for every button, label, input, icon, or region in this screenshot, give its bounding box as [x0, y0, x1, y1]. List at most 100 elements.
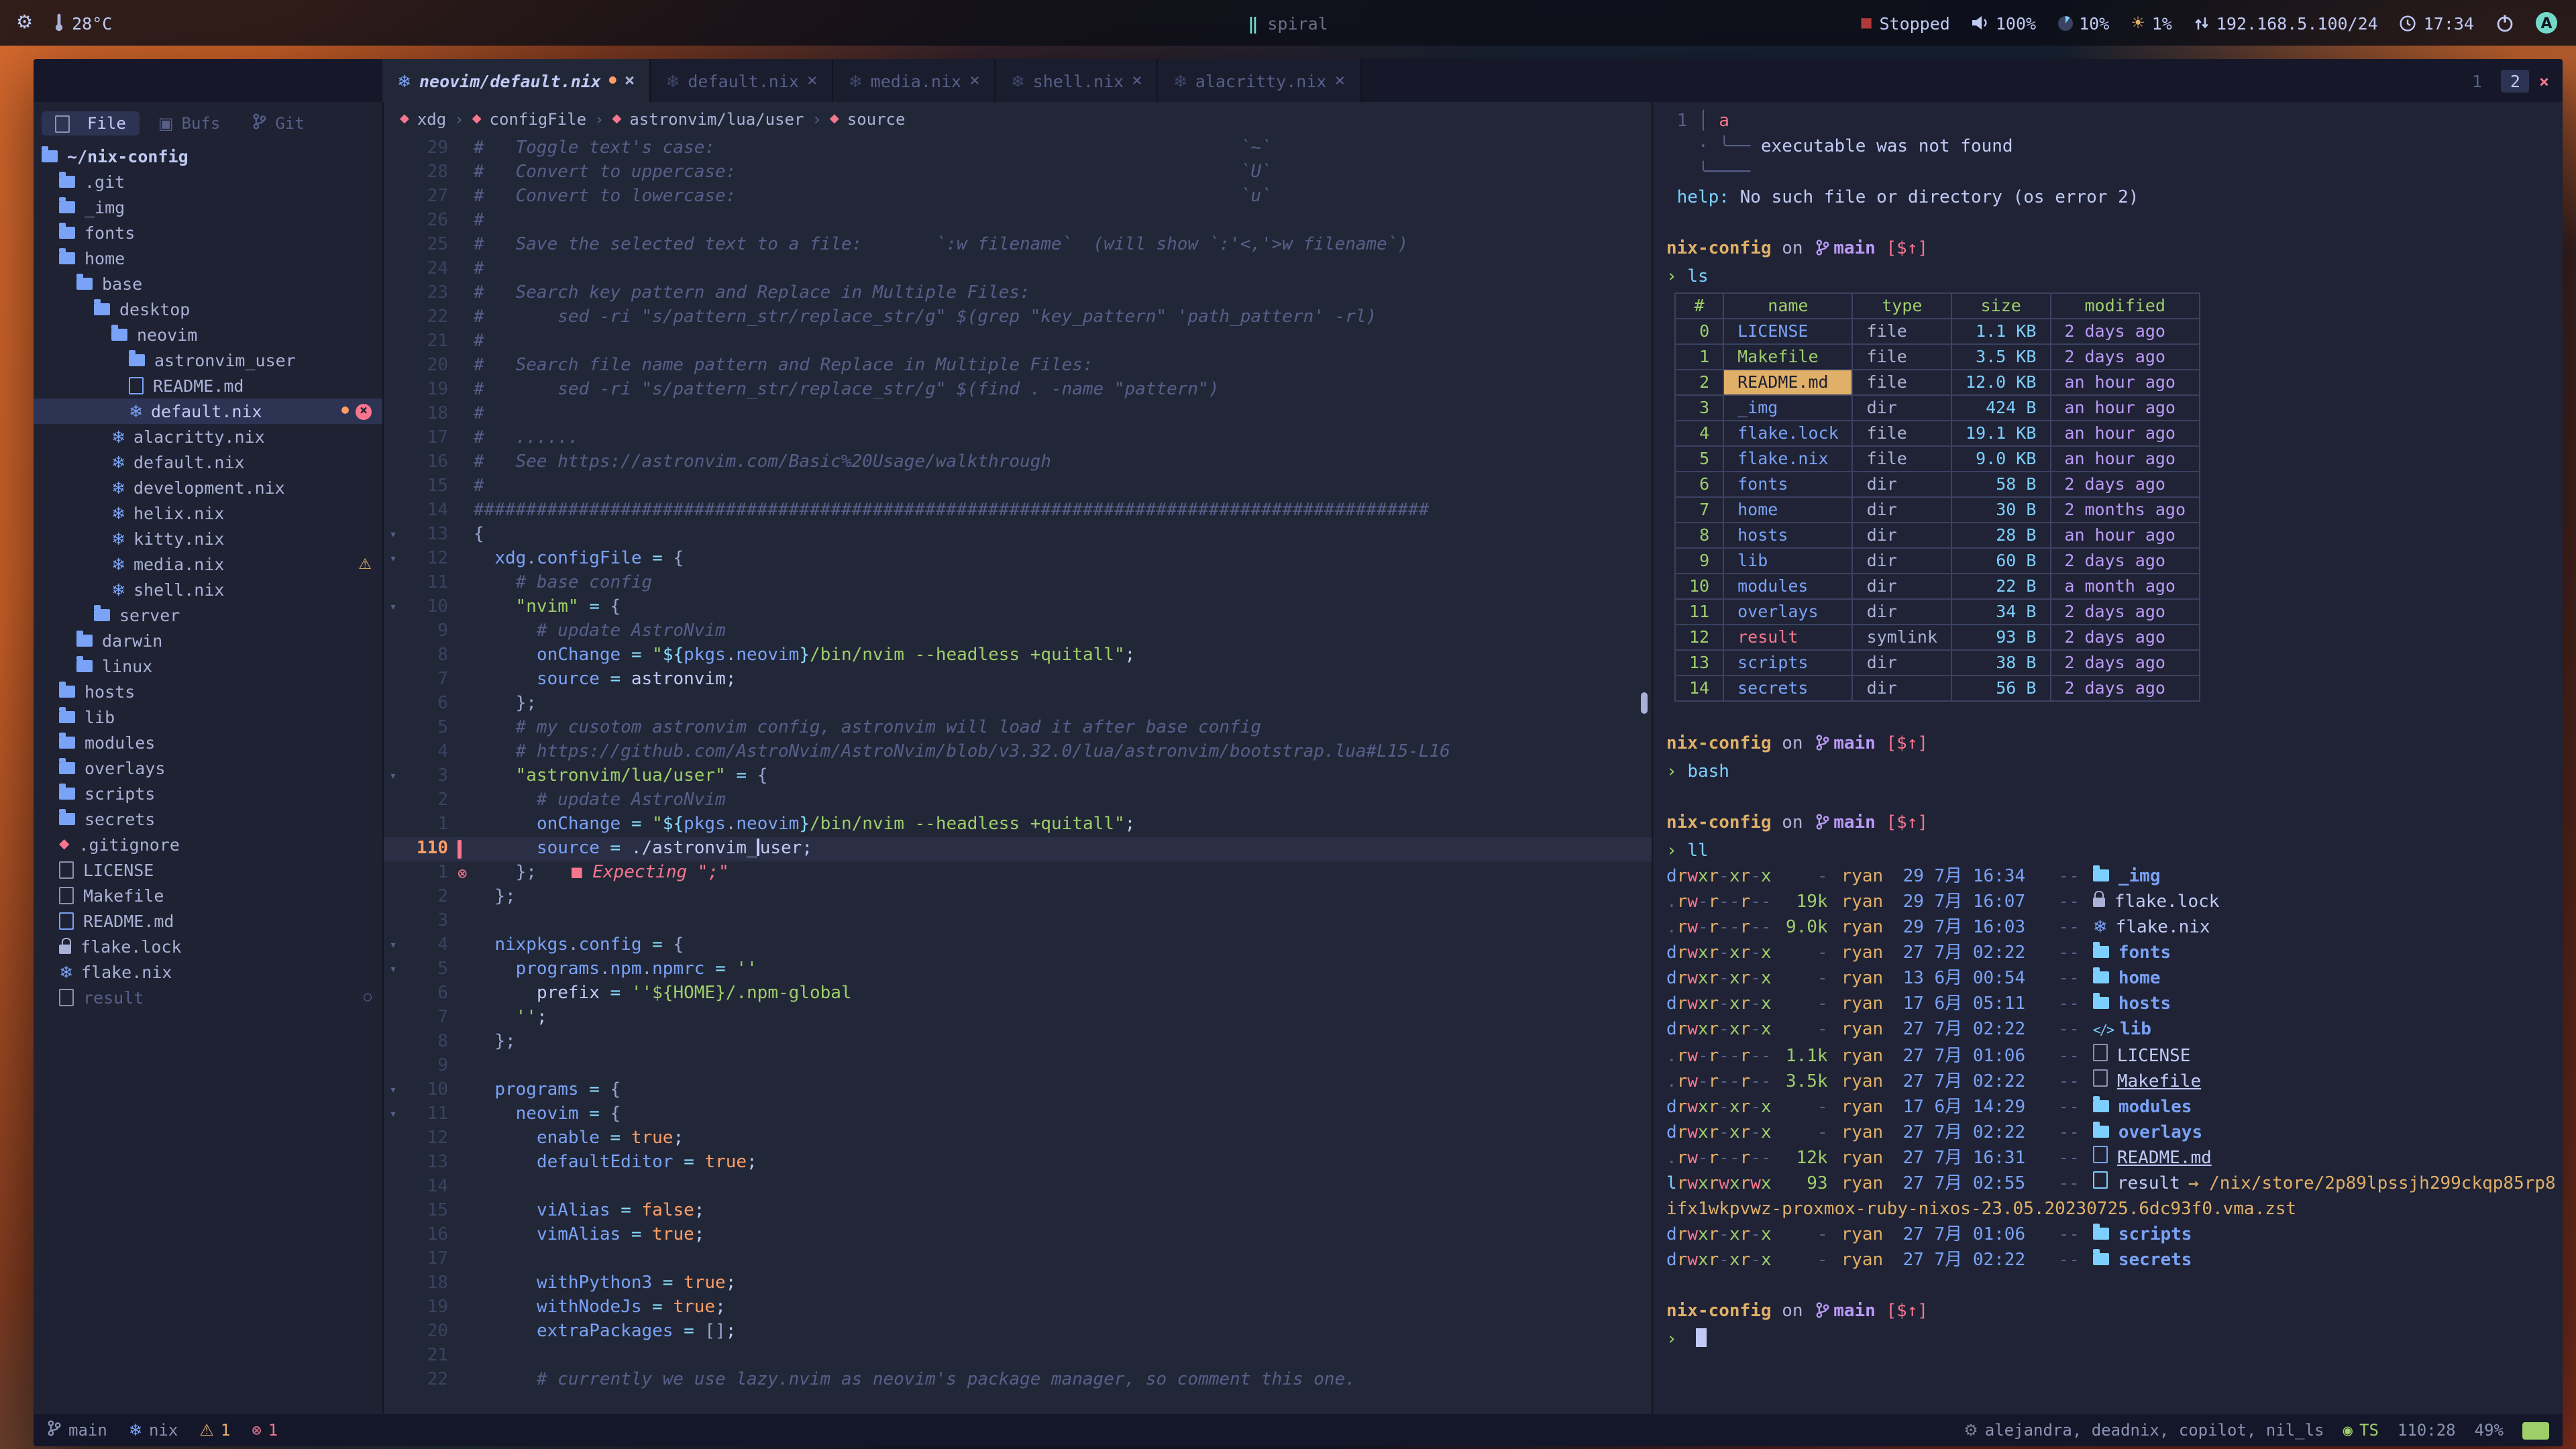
tree-item-linux[interactable]: linux	[34, 653, 382, 679]
editor-line[interactable]: 13 defaultEditor = true;	[384, 1151, 1652, 1175]
editor-line[interactable]: 20# Search file name pattern and Replace…	[384, 354, 1652, 378]
close-tab-icon[interactable]: ×	[807, 70, 818, 91]
tree-item-base[interactable]: base	[34, 271, 382, 297]
scrollbar-thumb[interactable]	[1641, 692, 1648, 714]
warning-count[interactable]: ⚠ 1	[199, 1421, 230, 1440]
editor-line[interactable]: 8 onChange = "${pkgs.neovim}/bin/nvim --…	[384, 644, 1652, 668]
tree-item-neovim[interactable]: neovim	[34, 322, 382, 347]
editor-line[interactable]: 6 prefix = ''${HOME}/.npm-global	[384, 982, 1652, 1006]
terminal-pane[interactable]: 1 │ a · ╰── executable was not found ╰──…	[1652, 102, 2563, 1414]
editor-line[interactable]: 24#	[384, 258, 1652, 282]
editor-line[interactable]: 18 withPython3 = true;	[384, 1272, 1652, 1296]
file-explorer[interactable]: File▣BufsGit ~/nix-config.git_imgfontsho…	[34, 102, 384, 1414]
breadcrumb-item[interactable]: xdg	[417, 110, 446, 129]
tree-item-Makefile[interactable]: Makefile	[34, 883, 382, 908]
editor-line[interactable]: 8 };	[384, 1030, 1652, 1055]
tree-item-media.nix[interactable]: ❄media.nix⚠	[34, 551, 382, 577]
tree-item-astronvim_user[interactable]: astronvim_user	[34, 347, 382, 373]
network-module[interactable]: 192.168.5.100/24	[2194, 13, 2378, 33]
editor-line[interactable]: 2 };	[384, 885, 1652, 910]
editor-line[interactable]: 3	[384, 910, 1652, 934]
buffer-tab[interactable]: ❄default.nix×	[651, 59, 833, 102]
breadcrumb-item[interactable]: source	[847, 110, 906, 129]
tree-item-lib[interactable]: lib	[34, 704, 382, 730]
tabpage-2[interactable]: 2	[2501, 69, 2530, 92]
disk-module[interactable]: 10%	[2057, 13, 2109, 33]
close-tab-icon[interactable]: ×	[969, 70, 980, 91]
close-tab-icon[interactable]: ×	[1132, 70, 1142, 91]
tabpage-1[interactable]: 1	[2463, 69, 2491, 92]
editor-line[interactable]: 21#	[384, 330, 1652, 354]
editor-line[interactable]: 7 '';	[384, 1006, 1652, 1030]
editor-line[interactable]: 9 # update AstroNvim	[384, 620, 1652, 644]
tree-item-_img[interactable]: _img	[34, 195, 382, 220]
gear-icon[interactable]: ⚙	[16, 12, 33, 34]
tree-item-development.nix[interactable]: ❄development.nix	[34, 475, 382, 500]
tree-item-LICENSE[interactable]: LICENSE	[34, 857, 382, 883]
buffer-tab[interactable]: ❄alacritty.nix×	[1159, 59, 1361, 102]
editor-line[interactable]: 110 source = ./astronvim_user;	[384, 837, 1652, 861]
close-icon[interactable]: ×	[2539, 70, 2549, 91]
editor-line[interactable]: 9	[384, 1055, 1652, 1079]
editor-line[interactable]: 16# See https://astronvim.com/Basic%20Us…	[384, 451, 1652, 475]
keyboard-layout-badge[interactable]: A	[2536, 12, 2557, 34]
editor-line[interactable]: ▾5 programs.npm.npmrc = ''	[384, 958, 1652, 982]
explorer-tab-bufs[interactable]: ▣Bufs	[145, 111, 234, 136]
tree-item-default.nix[interactable]: ❄default.nix	[34, 449, 382, 475]
tree-item-shell.nix[interactable]: ❄shell.nix	[34, 577, 382, 602]
editor-line[interactable]: 19 withNodeJs = true;	[384, 1296, 1652, 1320]
volume-module[interactable]: 100%	[1972, 13, 2036, 33]
tree-item-flake.nix[interactable]: ❄flake.nix	[34, 959, 382, 985]
tree-item-secrets[interactable]: secrets	[34, 806, 382, 832]
buffer-tab[interactable]: ❄shell.nix×	[996, 59, 1159, 102]
explorer-tab-git[interactable]: Git	[239, 110, 317, 137]
editor-line[interactable]: ▾11 neovim = {	[384, 1103, 1652, 1127]
breadcrumb-item[interactable]: astronvim/lua/user	[629, 110, 804, 129]
editor-line[interactable]: 7 source = astronvim;	[384, 668, 1652, 692]
tree-item-darwin[interactable]: darwin	[34, 628, 382, 653]
editor-line[interactable]: 2 # update AstroNvim	[384, 789, 1652, 813]
tree-item-overlays[interactable]: overlays	[34, 755, 382, 781]
editor-line[interactable]: ▾13{	[384, 523, 1652, 547]
editor-line[interactable]: 1 onChange = "${pkgs.neovim}/bin/nvim --…	[384, 813, 1652, 837]
explorer-tab-file[interactable]: File	[42, 111, 140, 136]
tree-item-.gitignore[interactable]: ◆.gitignore	[34, 832, 382, 857]
tree-item-fonts[interactable]: fonts	[34, 220, 382, 246]
editor-line[interactable]: 22 # currently we use lazy.nvim as neovi…	[384, 1368, 1652, 1393]
editor-line[interactable]: 23# Search key pattern and Replace in Mu…	[384, 282, 1652, 306]
editor-line[interactable]: 29# Toggle text's case: `~`	[384, 137, 1652, 161]
editor-line[interactable]: 15 viAlias = false;	[384, 1199, 1652, 1224]
pause-icon[interactable]: ‖	[1248, 13, 1256, 33]
editor-line[interactable]: 17	[384, 1248, 1652, 1272]
editor-line[interactable]: ▾3 "astronvim/lua/user" = {	[384, 765, 1652, 789]
tree-item-home[interactable]: home	[34, 246, 382, 271]
editor-line[interactable]: 4 # https://github.com/AstroNvim/AstroNv…	[384, 741, 1652, 765]
editor-line[interactable]: ▾10 "nvim" = {	[384, 596, 1652, 620]
brightness-module[interactable]: ☀ 1%	[2131, 13, 2172, 33]
tree-item-.git[interactable]: .git	[34, 169, 382, 195]
editor-line[interactable]: ▾10 programs = {	[384, 1079, 1652, 1103]
editor-line[interactable]: 22# sed -ri "s/pattern_str/replace_str/g…	[384, 306, 1652, 330]
tree-item-helix.nix[interactable]: ❄helix.nix	[34, 500, 382, 526]
power-icon[interactable]	[2496, 13, 2514, 32]
editor-line[interactable]: 16 vimAlias = true;	[384, 1224, 1652, 1248]
editor-line[interactable]: 5 # my cusotom astronvim config, astronv…	[384, 716, 1652, 741]
recording-module[interactable]: ■ Stopped	[1860, 13, 1950, 33]
editor-line[interactable]: 28# Convert to uppercase: `U`	[384, 161, 1652, 185]
editor-pane[interactable]: ◆xdg›◆configFile›◆astronvim/lua/user›◆so…	[384, 102, 1652, 1414]
editor-line[interactable]: 17# ......	[384, 427, 1652, 451]
tree-item-README.md[interactable]: README.md	[34, 908, 382, 934]
tree-item-server[interactable]: server	[34, 602, 382, 628]
breadcrumb-item[interactable]: configFile	[490, 110, 587, 129]
tree-item-README.md[interactable]: README.md	[34, 373, 382, 398]
tree-item-flake.lock[interactable]: flake.lock	[34, 934, 382, 959]
error-count[interactable]: ⊗ 1	[252, 1421, 278, 1440]
editor-line[interactable]: 19# sed -ri "s/pattern_str/replace_str/g…	[384, 378, 1652, 402]
editor-line[interactable]: ▾4 nixpkgs.config = {	[384, 934, 1652, 958]
editor-line[interactable]: 6 };	[384, 692, 1652, 716]
editor-line[interactable]: 12 enable = true;	[384, 1127, 1652, 1151]
tree-item-default.nix[interactable]: ❄default.nix●×	[34, 398, 382, 424]
close-tab-icon[interactable]: ×	[1334, 70, 1345, 91]
editor-line[interactable]: 21	[384, 1344, 1652, 1368]
editor-line[interactable]: 25# Save the selected text to a file: `:…	[384, 233, 1652, 258]
